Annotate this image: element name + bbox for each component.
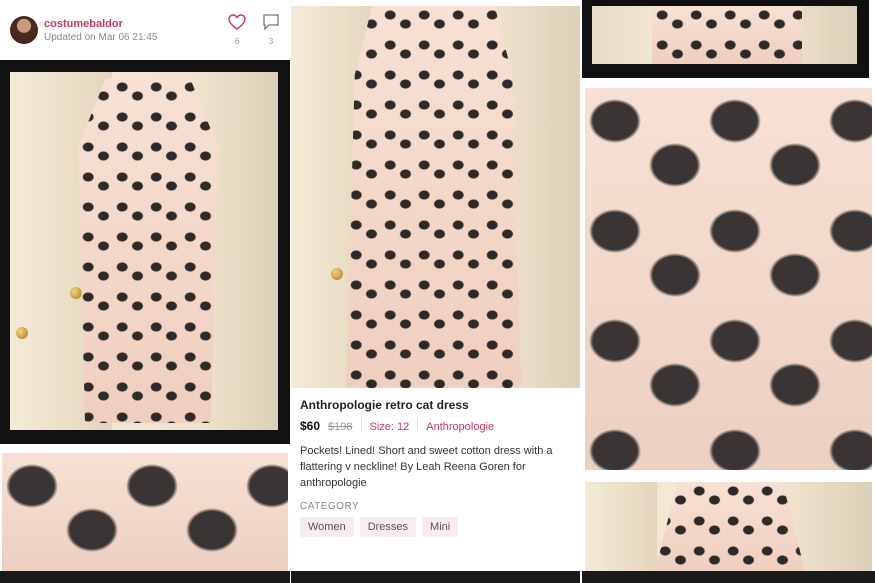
original-price: $198 <box>328 421 353 433</box>
listing-photo[interactable] <box>291 6 580 388</box>
bottom-bar <box>582 571 875 583</box>
header-actions: 6 3 <box>228 14 280 46</box>
listing-header: costumebaldor Updated on Mar 06 21:45 6 … <box>0 0 290 60</box>
listing-description: Pockets! Lined! Short and sweet cotton d… <box>300 445 553 489</box>
photo-thumbnail-2[interactable] <box>2 453 288 571</box>
price-row: $60 $198 Size: 12 Anthropologie <box>300 418 571 433</box>
left-column: costumebaldor Updated on Mar 06 21:45 6 … <box>0 0 290 583</box>
user-info: costumebaldor Updated on Mar 06 21:45 <box>44 18 157 43</box>
photo-thumbnail-3[interactable] <box>592 6 857 64</box>
category-tags: Women Dresses Mini <box>300 517 571 537</box>
comment-count: 3 <box>268 37 274 46</box>
price: $60 <box>300 419 321 433</box>
main-photo[interactable] <box>10 72 278 430</box>
size-label: Size: 12 <box>369 421 410 433</box>
listing-details: Anthropologie retro cat dress $60 $198 S… <box>291 388 580 571</box>
heart-icon <box>228 14 246 35</box>
category-tag-women[interactable]: Women <box>300 517 354 537</box>
divider <box>360 418 362 430</box>
listing-title[interactable]: Anthropologie retro cat dress <box>300 398 571 412</box>
category-heading: CATEGORY <box>300 501 360 512</box>
divider <box>417 418 419 430</box>
comment-icon <box>262 14 280 35</box>
like-count: 6 <box>234 37 240 46</box>
photo-thumbnail-4[interactable] <box>585 482 872 571</box>
category-tag-dresses[interactable]: Dresses <box>359 517 417 537</box>
right-column <box>582 0 875 583</box>
avatar[interactable] <box>10 16 38 44</box>
like-button[interactable]: 6 <box>228 14 246 46</box>
bottom-bar <box>291 571 580 583</box>
username-link[interactable]: costumebaldor <box>44 18 157 30</box>
comment-button[interactable]: 3 <box>262 14 280 46</box>
bottom-bar <box>0 571 290 583</box>
updated-timestamp: Updated on Mar 06 21:45 <box>44 31 158 43</box>
photo-closeup[interactable] <box>585 88 872 470</box>
brand-link[interactable]: Anthropologie <box>426 421 494 433</box>
category-tag-mini[interactable]: Mini <box>422 517 459 537</box>
